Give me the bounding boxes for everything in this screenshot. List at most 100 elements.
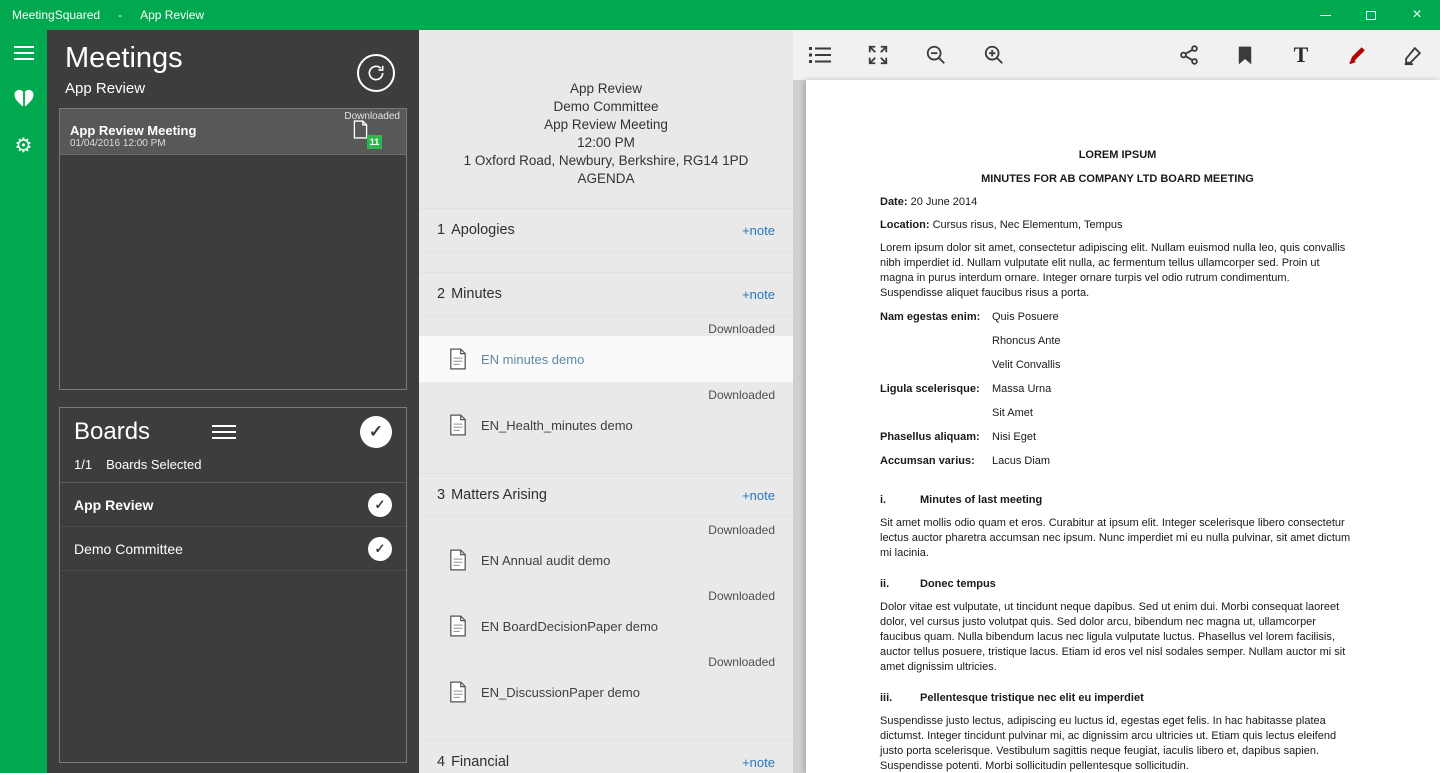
doc-field-row: Ligula scelerisque: Massa Urna — [880, 383, 1052, 395]
board-name: Demo Committee — [74, 540, 183, 557]
zoom-in-icon — [984, 45, 1003, 64]
app-name: MeetingSquared — [12, 8, 101, 22]
agenda-document-row[interactable]: EN minutes demo — [419, 336, 793, 382]
check-icon: ✓ — [374, 497, 386, 512]
document-name: EN minutes demo — [481, 351, 585, 367]
agenda-document-row[interactable]: EN BoardDecisionPaper demo — [419, 603, 793, 649]
text-tool-icon: T — [1293, 42, 1309, 67]
red-pen-icon — [1349, 47, 1365, 65]
meeting-list: Downloaded App Review Meeting 01/04/2016… — [59, 108, 407, 390]
bookmark-button[interactable] — [1232, 42, 1258, 68]
viewer-toolbar-right: T — [1176, 42, 1426, 68]
zoom-out-button[interactable] — [923, 42, 949, 68]
boards-header: Boards ✓ 1/1 Boards Selected — [60, 408, 406, 483]
settings-icon[interactable]: ⚙ — [15, 136, 33, 156]
maximize-icon — [1366, 10, 1376, 20]
agenda-header-line: Demo Committee — [553, 99, 659, 114]
zoom-out-icon — [926, 45, 945, 64]
agenda-document-row[interactable]: EN Annual audit demo — [419, 537, 793, 583]
agenda-document-row[interactable]: EN_DiscussionPaper demo — [419, 669, 793, 715]
logo-icon[interactable] — [13, 88, 35, 108]
boards-selected-count: 1/1 — [74, 457, 93, 472]
bookmark-icon — [1238, 46, 1252, 64]
document-name: EN_Health_minutes demo — [481, 417, 633, 433]
document-name: EN Annual audit demo — [481, 552, 611, 568]
doc-numbered-heading: i. Minutes of last meeting — [880, 494, 1043, 506]
fullscreen-icon — [868, 45, 888, 65]
doc-field-row: Sit Amet — [992, 407, 1033, 419]
agenda-section-financial[interactable]: 4 Financial +note — [419, 740, 793, 773]
downloaded-label: Downloaded — [708, 388, 775, 402]
add-note-link[interactable]: +note — [742, 223, 775, 238]
document-icon — [449, 414, 467, 436]
agenda-header-line: 1 Oxford Road, Newbury, Berkshire, RG14 … — [463, 153, 749, 168]
sync-button[interactable] — [357, 54, 395, 92]
document-page: LOREM IPSUM MINUTES FOR AB COMPANY LTD B… — [806, 80, 1440, 773]
doc-field-row: Rhoncus Ante — [992, 335, 1061, 347]
maximize-button[interactable] — [1348, 0, 1394, 30]
doc-paragraph: Sit amet mollis odio quam et eros. Curab… — [880, 517, 1351, 559]
doc-field-row: Accumsan varius: Lacus Diam — [880, 455, 1051, 467]
document-name: EN_DiscussionPaper demo — [481, 684, 640, 700]
boards-selected-label: Boards Selected — [106, 457, 202, 472]
doc-location-line: Location: Cursus risus, Nec Elementum, T… — [880, 219, 1123, 231]
board-row-app-review[interactable]: App Review ✓ — [60, 483, 406, 527]
agenda-section-title: 1 Apologies — [437, 222, 515, 238]
doc-numbered-heading: ii. Donec tempus — [880, 578, 996, 590]
window-title: MeetingSquared - App Review — [0, 8, 204, 22]
add-note-link[interactable]: +note — [742, 287, 775, 302]
document-viewer: T LOREM IPSUM MINUTES FOR AB COMPANY LTD… — [793, 30, 1440, 773]
doc-paragraph: Dolor vitae est vulputate, ut tincidunt … — [880, 601, 1346, 673]
agenda-header: App Review Demo Committee App Review Mee… — [419, 30, 793, 188]
board-row-demo-committee[interactable]: Demo Committee ✓ — [60, 527, 406, 571]
meeting-list-item[interactable]: Downloaded App Review Meeting 01/04/2016… — [60, 109, 406, 155]
text-annotation-button[interactable]: T — [1288, 42, 1314, 68]
check-icon: ✓ — [368, 422, 384, 441]
board-name: App Review — [74, 496, 154, 513]
document-icon — [449, 348, 467, 370]
doc-field-row: Phasellus aliquam: Nisi Eget — [880, 431, 1037, 443]
agenda-section-minutes[interactable]: 2 Minutes +note — [419, 272, 793, 316]
agenda-section-apologies[interactable]: 1 Apologies +note — [419, 208, 793, 252]
agenda-list-button[interactable] — [807, 42, 833, 68]
document-count-badge: 11 — [367, 135, 382, 149]
doc-title: LOREM IPSUM — [1078, 149, 1157, 161]
add-note-link[interactable]: +note — [742, 488, 775, 503]
document-icon — [449, 681, 467, 703]
agenda-section-title: 4 Financial — [437, 754, 510, 770]
boards-panel: Boards ✓ 1/1 Boards Selected App Review … — [59, 407, 407, 763]
left-panel: Meetings App Review Downloaded App Revie… — [47, 30, 419, 773]
select-all-boards-button[interactable]: ✓ — [360, 416, 392, 448]
agenda-header-line: AGENDA — [577, 171, 635, 186]
agenda-section-matters-arising[interactable]: 3 Matters Arising +note — [419, 473, 793, 517]
agenda-header-line: App Review Meeting — [544, 117, 668, 132]
share-icon — [1180, 45, 1198, 65]
titlebar: MeetingSquared - App Review × — [0, 0, 1440, 30]
add-note-link[interactable]: +note — [742, 755, 775, 770]
share-button[interactable] — [1176, 42, 1202, 68]
viewer-toolbar-left — [807, 42, 1007, 68]
fullscreen-button[interactable] — [865, 42, 891, 68]
viewer-toolbar: T — [793, 30, 1440, 80]
highlighter-button[interactable] — [1400, 42, 1426, 68]
document-icon — [449, 615, 467, 637]
downloaded-label: Downloaded — [708, 589, 775, 603]
minimize-button[interactable] — [1302, 0, 1348, 30]
close-button[interactable]: × — [1394, 0, 1440, 30]
agenda-section-title: 2 Minutes — [437, 286, 502, 302]
doc-intro-paragraph: Lorem ipsum dolor sit amet, consectetur … — [880, 242, 1346, 299]
menu-icon[interactable] — [13, 46, 34, 60]
nav-rail: ⚙ — [0, 30, 47, 773]
pen-annotation-button[interactable] — [1344, 42, 1370, 68]
downloaded-label: Downloaded — [708, 523, 775, 537]
meetings-panel-subtitle: App Review — [65, 80, 146, 97]
window-controls: × — [1302, 0, 1440, 30]
zoom-in-button[interactable] — [981, 42, 1007, 68]
agenda-document-row[interactable]: EN_Health_minutes demo — [419, 402, 793, 448]
meeting-name: App Review Meeting — [70, 123, 197, 138]
board-selected-check[interactable]: ✓ — [368, 493, 392, 517]
agenda-panel: App Review Demo Committee App Review Mee… — [419, 30, 793, 773]
meeting-datetime: 01/04/2016 12:00 PM — [70, 138, 166, 149]
boards-menu-icon[interactable] — [212, 425, 237, 439]
board-selected-check[interactable]: ✓ — [368, 537, 392, 561]
